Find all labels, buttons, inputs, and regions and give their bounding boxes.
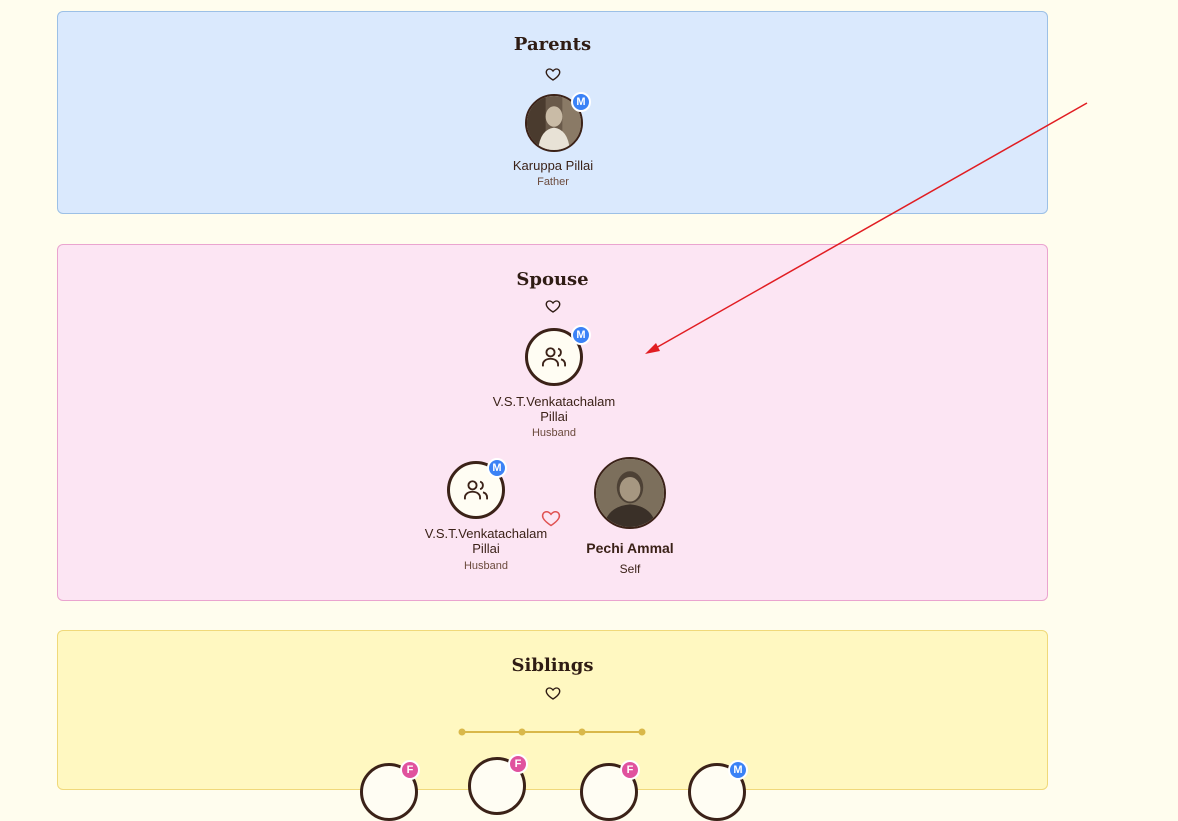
heart-icon[interactable] [545,685,561,701]
users-icon [463,480,489,500]
female-badge: F [508,754,528,774]
person-relation: Husband [531,427,577,439]
parents-section: Parents M Karuppa Pillai Father [57,11,1048,214]
self-card[interactable]: Pechi Ammal Self [574,455,686,580]
person-name: Karuppa Pillai [512,158,594,173]
person-name: Pechi Ammal [586,540,674,556]
heart-icon[interactable] [545,66,561,82]
parents-title: Parents [513,34,592,55]
parent-card-father[interactable]: M Karuppa Pillai Father [493,92,613,202]
person-relation: Husband [463,560,509,572]
self-photo [596,459,664,527]
avatar [594,457,666,529]
spouse-title: Spouse [516,269,589,290]
person-relation: Self [619,562,641,576]
siblings-connector [458,728,646,736]
female-badge: F [620,760,640,780]
spouse-card[interactable]: M V.S.T.Venkatachalam Pillai Husband [493,325,635,445]
male-badge: M [571,325,591,345]
person-name: V.S.T.Venkatachalam Pillai [424,526,548,556]
couple-heart-icon[interactable] [541,508,561,528]
heart-icon[interactable] [545,298,561,314]
male-badge: M [487,458,507,478]
male-badge: M [728,760,748,780]
siblings-title: Siblings [511,655,594,676]
spouse-section: Spouse M V.S.T.Venkatachalam Pillai Husb… [57,244,1048,601]
siblings-section: Siblings F F F M [57,630,1048,821]
person-relation: Father [537,176,569,188]
users-icon [541,347,567,367]
female-badge: F [400,760,420,780]
person-name: V.S.T.Venkatachalam Pillai [492,394,616,424]
male-badge: M [571,92,591,112]
